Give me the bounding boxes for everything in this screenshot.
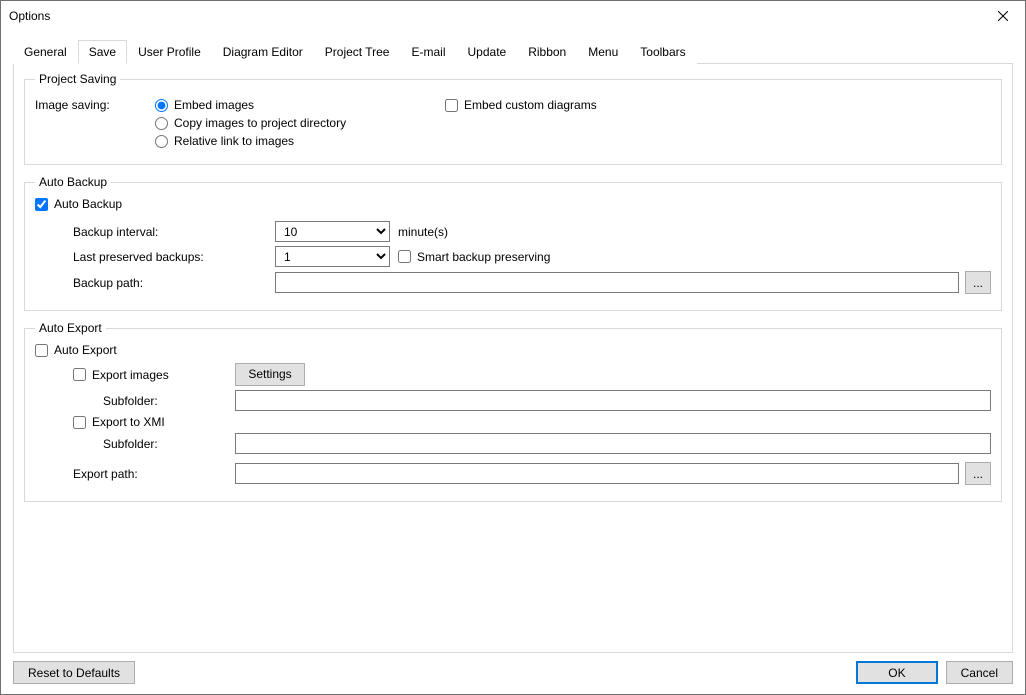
ok-button[interactable]: OK bbox=[856, 661, 937, 684]
check-auto-backup[interactable]: Auto Backup bbox=[35, 197, 991, 211]
tab-user-profile[interactable]: User Profile bbox=[127, 40, 212, 64]
auto-export-group: Auto Export Auto Export Export images Se… bbox=[24, 321, 1002, 502]
export-xmi-subfolder-label: Subfolder: bbox=[35, 437, 215, 451]
radio-relative-link[interactable]: Relative link to images bbox=[155, 134, 294, 148]
window-title: Options bbox=[9, 9, 50, 23]
backup-path-input[interactable] bbox=[275, 272, 959, 293]
backup-interval-select[interactable]: 10 bbox=[275, 221, 390, 242]
check-export-images[interactable]: Export images bbox=[73, 368, 235, 382]
radio-embed-images-label: Embed images bbox=[174, 98, 254, 112]
export-images-subfolder-label: Subfolder: bbox=[35, 394, 215, 408]
check-embed-custom-diagrams-label: Embed custom diagrams bbox=[464, 98, 597, 112]
radio-relative-link-label: Relative link to images bbox=[174, 134, 294, 148]
check-export-xmi[interactable]: Export to XMI bbox=[73, 415, 165, 429]
radio-relative-link-input[interactable] bbox=[155, 135, 168, 148]
check-smart-backup[interactable]: Smart backup preserving bbox=[398, 250, 550, 264]
backup-interval-unit: minute(s) bbox=[398, 225, 448, 239]
tab-toolbars[interactable]: Toolbars bbox=[629, 40, 696, 64]
close-button[interactable] bbox=[980, 1, 1025, 31]
export-images-subfolder-input[interactable] bbox=[235, 390, 991, 411]
check-auto-export-label: Auto Export bbox=[54, 343, 117, 357]
check-export-xmi-input[interactable] bbox=[73, 416, 86, 429]
check-auto-export[interactable]: Auto Export bbox=[35, 343, 991, 357]
tab-update[interactable]: Update bbox=[457, 40, 518, 64]
tab-email[interactable]: E-mail bbox=[400, 40, 456, 64]
export-path-browse-button[interactable]: ... bbox=[965, 462, 991, 485]
tab-diagram-editor[interactable]: Diagram Editor bbox=[212, 40, 314, 64]
options-window: Options General Save User Profile Diagra… bbox=[0, 0, 1026, 695]
last-preserved-select[interactable]: 1 bbox=[275, 246, 390, 267]
image-saving-label: Image saving: bbox=[35, 98, 155, 112]
check-smart-backup-label: Smart backup preserving bbox=[417, 250, 550, 264]
radio-copy-images-input[interactable] bbox=[155, 117, 168, 130]
export-images-settings-button[interactable]: Settings bbox=[235, 363, 305, 386]
tab-general[interactable]: General bbox=[13, 40, 78, 64]
auto-backup-group: Auto Backup Auto Backup Backup interval:… bbox=[24, 175, 1002, 311]
reset-defaults-button[interactable]: Reset to Defaults bbox=[13, 661, 135, 684]
backup-path-browse-button[interactable]: ... bbox=[965, 271, 991, 294]
backup-interval-label: Backup interval: bbox=[35, 225, 275, 239]
project-saving-legend: Project Saving bbox=[35, 72, 120, 86]
titlebar: Options bbox=[1, 1, 1025, 31]
check-auto-backup-input[interactable] bbox=[35, 198, 48, 211]
tab-save[interactable]: Save bbox=[78, 40, 127, 64]
last-preserved-label: Last preserved backups: bbox=[35, 250, 275, 264]
export-path-label: Export path: bbox=[35, 467, 215, 481]
content-area: General Save User Profile Diagram Editor… bbox=[1, 31, 1025, 653]
tab-menu[interactable]: Menu bbox=[577, 40, 629, 64]
check-smart-backup-input[interactable] bbox=[398, 250, 411, 263]
tab-bar: General Save User Profile Diagram Editor… bbox=[13, 39, 1013, 64]
export-path-input[interactable] bbox=[235, 463, 959, 484]
cancel-button[interactable]: Cancel bbox=[946, 661, 1013, 684]
check-auto-backup-label: Auto Backup bbox=[54, 197, 122, 211]
check-embed-custom-diagrams-input[interactable] bbox=[445, 99, 458, 112]
radio-copy-images-label: Copy images to project directory bbox=[174, 116, 346, 130]
close-icon bbox=[998, 11, 1008, 21]
export-xmi-subfolder-input[interactable] bbox=[235, 433, 991, 454]
auto-backup-legend: Auto Backup bbox=[35, 175, 111, 189]
check-embed-custom-diagrams[interactable]: Embed custom diagrams bbox=[445, 98, 597, 112]
auto-export-legend: Auto Export bbox=[35, 321, 106, 335]
radio-embed-images-input[interactable] bbox=[155, 99, 168, 112]
check-auto-export-input[interactable] bbox=[35, 344, 48, 357]
radio-embed-images[interactable]: Embed images bbox=[155, 98, 445, 112]
check-export-images-label: Export images bbox=[92, 368, 169, 382]
check-export-xmi-label: Export to XMI bbox=[92, 415, 165, 429]
tab-ribbon[interactable]: Ribbon bbox=[517, 40, 577, 64]
tab-body-save: Project Saving Image saving: Embed image… bbox=[13, 64, 1013, 653]
check-export-images-input[interactable] bbox=[73, 368, 86, 381]
footer-bar: Reset to Defaults OK Cancel bbox=[1, 653, 1025, 694]
tab-project-tree[interactable]: Project Tree bbox=[314, 40, 401, 64]
radio-copy-images[interactable]: Copy images to project directory bbox=[155, 116, 346, 130]
project-saving-group: Project Saving Image saving: Embed image… bbox=[24, 72, 1002, 165]
backup-path-label: Backup path: bbox=[35, 276, 275, 290]
